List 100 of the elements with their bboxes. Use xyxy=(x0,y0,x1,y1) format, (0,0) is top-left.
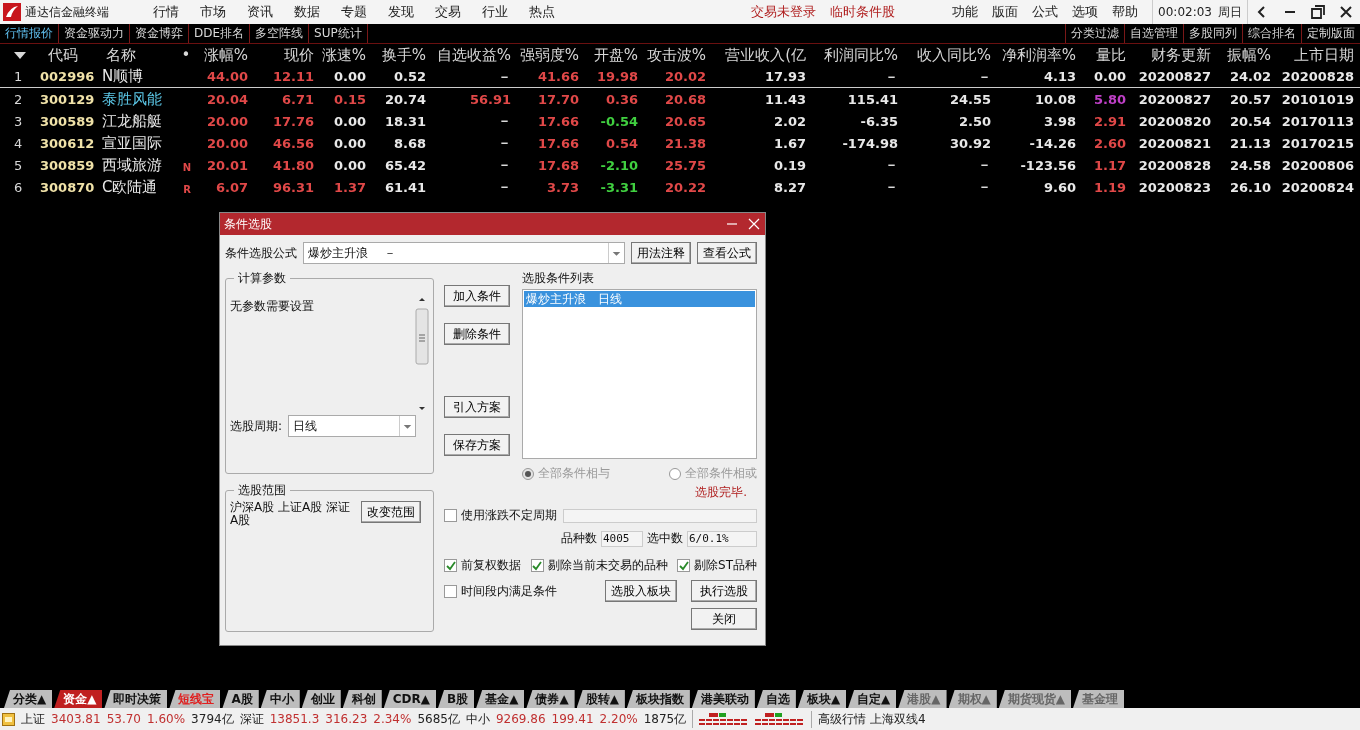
table-cell-text: 300859 xyxy=(40,157,96,173)
dialog-button[interactable]: 保存方案 xyxy=(444,434,510,456)
table-cell-text: 24.55 xyxy=(948,91,992,107)
row-number: 1 xyxy=(13,69,24,84)
column-header[interactable]: 营业收入(亿 xyxy=(708,45,808,65)
menu-item[interactable]: 数据 xyxy=(294,3,320,21)
column-header[interactable]: 自选收益% xyxy=(428,45,513,65)
market-tab[interactable]: CDR▲ xyxy=(383,690,436,708)
view-tab[interactable]: DDE排名 xyxy=(189,24,251,43)
table-cell-text: 0.00 xyxy=(332,69,367,84)
menu-item[interactable]: 资讯 xyxy=(247,3,273,21)
index-name: 上证 xyxy=(21,710,45,728)
market-tab[interactable]: 基金▲ xyxy=(476,690,525,708)
table-cell-text: 18.31 xyxy=(383,113,427,129)
view-tab[interactable]: 综合排名 xyxy=(1242,24,1301,43)
menu-item[interactable]: 行情 xyxy=(153,3,179,21)
dialog-button[interactable]: 用法注释 xyxy=(631,242,691,264)
menu-item[interactable]: 交易 xyxy=(435,3,461,21)
column-header[interactable]: 开盘% xyxy=(581,45,640,65)
column-header[interactable]: 涨幅% xyxy=(198,45,250,65)
column-header[interactable]: 强弱度% xyxy=(513,45,581,65)
market-tab[interactable]: 自选 xyxy=(756,690,796,708)
market-tab[interactable]: 债券▲ xyxy=(526,690,575,708)
market-tab[interactable]: 分类▲ xyxy=(4,690,53,708)
view-tab[interactable]: 资金博弈 xyxy=(130,24,189,43)
checkbox[interactable] xyxy=(444,559,457,572)
menu-item[interactable]: 热点 xyxy=(529,3,555,21)
view-tab[interactable]: 分类过滤 xyxy=(1065,24,1124,43)
checkbox[interactable] xyxy=(444,509,457,522)
dialog-button[interactable]: 删除条件 xyxy=(444,323,510,345)
market-tab[interactable]: 板块▲ xyxy=(797,690,847,708)
market-tab[interactable]: 创业 xyxy=(301,690,341,708)
dialog-button[interactable]: 选股入板块 xyxy=(605,580,677,602)
checkbox[interactable] xyxy=(530,559,544,572)
menu-item[interactable]: 专题 xyxy=(341,3,367,21)
status-message: 选股完毕. xyxy=(695,484,747,501)
view-tab[interactable]: 资金驱动力 xyxy=(59,24,130,43)
column-header[interactable]: 换手% xyxy=(368,45,428,65)
dialog-button[interactable]: 关闭 xyxy=(691,608,757,630)
period-dropdown[interactable]: 日线 xyxy=(288,415,417,437)
dialog-button[interactable]: 执行选股 xyxy=(691,580,757,602)
table-cell-text: 0.00 xyxy=(1092,69,1127,84)
checkbox[interactable] xyxy=(444,584,457,598)
table-cell-text: 46.56 xyxy=(271,135,315,151)
view-tab[interactable]: 行情报价 xyxy=(0,24,59,43)
view-tab[interactable]: 定制版面 xyxy=(1301,24,1360,43)
close-icon[interactable] xyxy=(1339,5,1353,19)
menu-item[interactable]: 发现 xyxy=(388,3,414,21)
column-header[interactable]: 涨速% xyxy=(316,45,368,65)
view-tab[interactable]: 自选管理 xyxy=(1124,24,1183,43)
table-cell-text: 20.65 xyxy=(663,113,707,129)
menu-item[interactable]: 选项 xyxy=(1072,3,1099,21)
restore-icon[interactable] xyxy=(1311,5,1325,19)
market-tab[interactable]: 中小 xyxy=(260,690,300,708)
market-tab[interactable]: 资金▲ xyxy=(54,690,103,708)
market-tab[interactable]: A股 xyxy=(222,690,259,708)
menu-item[interactable]: 功能 xyxy=(952,3,979,21)
table-cell-text: 24.58 xyxy=(1228,157,1272,173)
market-tab[interactable]: 即时决策 xyxy=(104,690,168,708)
sort-caret-icon[interactable] xyxy=(14,50,26,60)
market-tab[interactable]: 股转▲ xyxy=(576,690,625,708)
view-tab[interactable]: SUP统计 xyxy=(309,24,368,43)
market-tab[interactable]: 港美联动 xyxy=(691,690,755,708)
column-header[interactable]: 量比 xyxy=(1078,45,1128,65)
dialog-button[interactable]: 加入条件 xyxy=(444,285,510,307)
group-title: 选股范围 xyxy=(237,482,287,499)
index-percent: 2.20% xyxy=(599,712,638,726)
market-tab[interactable]: B股 xyxy=(438,690,475,708)
column-header[interactable]: 净利润率% xyxy=(993,45,1078,65)
column-header[interactable]: 代码 xyxy=(40,45,98,65)
dialog-button[interactable]: 引入方案 xyxy=(444,396,510,418)
column-header[interactable]: 上市日期 xyxy=(1273,45,1356,65)
view-tab[interactable]: 多空阵线 xyxy=(250,24,310,43)
formula-dropdown[interactable]: 爆炒主升浪 － xyxy=(303,242,625,264)
column-header[interactable]: 振幅% xyxy=(1213,45,1273,65)
table-cell-text: -14.26 xyxy=(1028,135,1077,151)
column-header[interactable]: 攻击波% xyxy=(640,45,708,65)
table-cell-text: 0.00 xyxy=(332,113,367,129)
table-cell-text: － xyxy=(977,67,992,86)
column-header[interactable]: 财务更新 xyxy=(1128,45,1213,65)
menu-item[interactable]: 帮助 xyxy=(1112,3,1139,21)
column-header[interactable]: 利润同比% xyxy=(808,45,900,65)
checkbox[interactable] xyxy=(677,559,691,572)
column-header[interactable]: 名称 xyxy=(98,45,176,65)
dialog-button[interactable]: 改变范围 xyxy=(361,501,421,523)
view-tab[interactable]: 多股同列 xyxy=(1183,24,1242,43)
menu-item[interactable]: 公式 xyxy=(1032,3,1059,21)
menu-item[interactable]: 行业 xyxy=(482,3,508,21)
market-tab[interactable]: 自定▲ xyxy=(848,690,897,708)
market-tab[interactable]: 板块指数 xyxy=(626,690,690,708)
index-icon[interactable] xyxy=(2,712,15,726)
menu-item[interactable]: 版面 xyxy=(992,3,1019,21)
menu-item[interactable]: 市场 xyxy=(200,3,226,21)
market-tab[interactable]: 科创 xyxy=(342,690,382,708)
status-notice[interactable]: 交易未登录 xyxy=(751,3,816,21)
column-header[interactable]: 现价 xyxy=(250,45,316,65)
dialog-button[interactable]: 查看公式 xyxy=(697,242,757,264)
column-header[interactable]: 收入同比% xyxy=(900,45,993,65)
table-cell-text: 20200806 xyxy=(1280,157,1355,173)
status-notice[interactable]: 临时条件股 xyxy=(830,3,895,21)
